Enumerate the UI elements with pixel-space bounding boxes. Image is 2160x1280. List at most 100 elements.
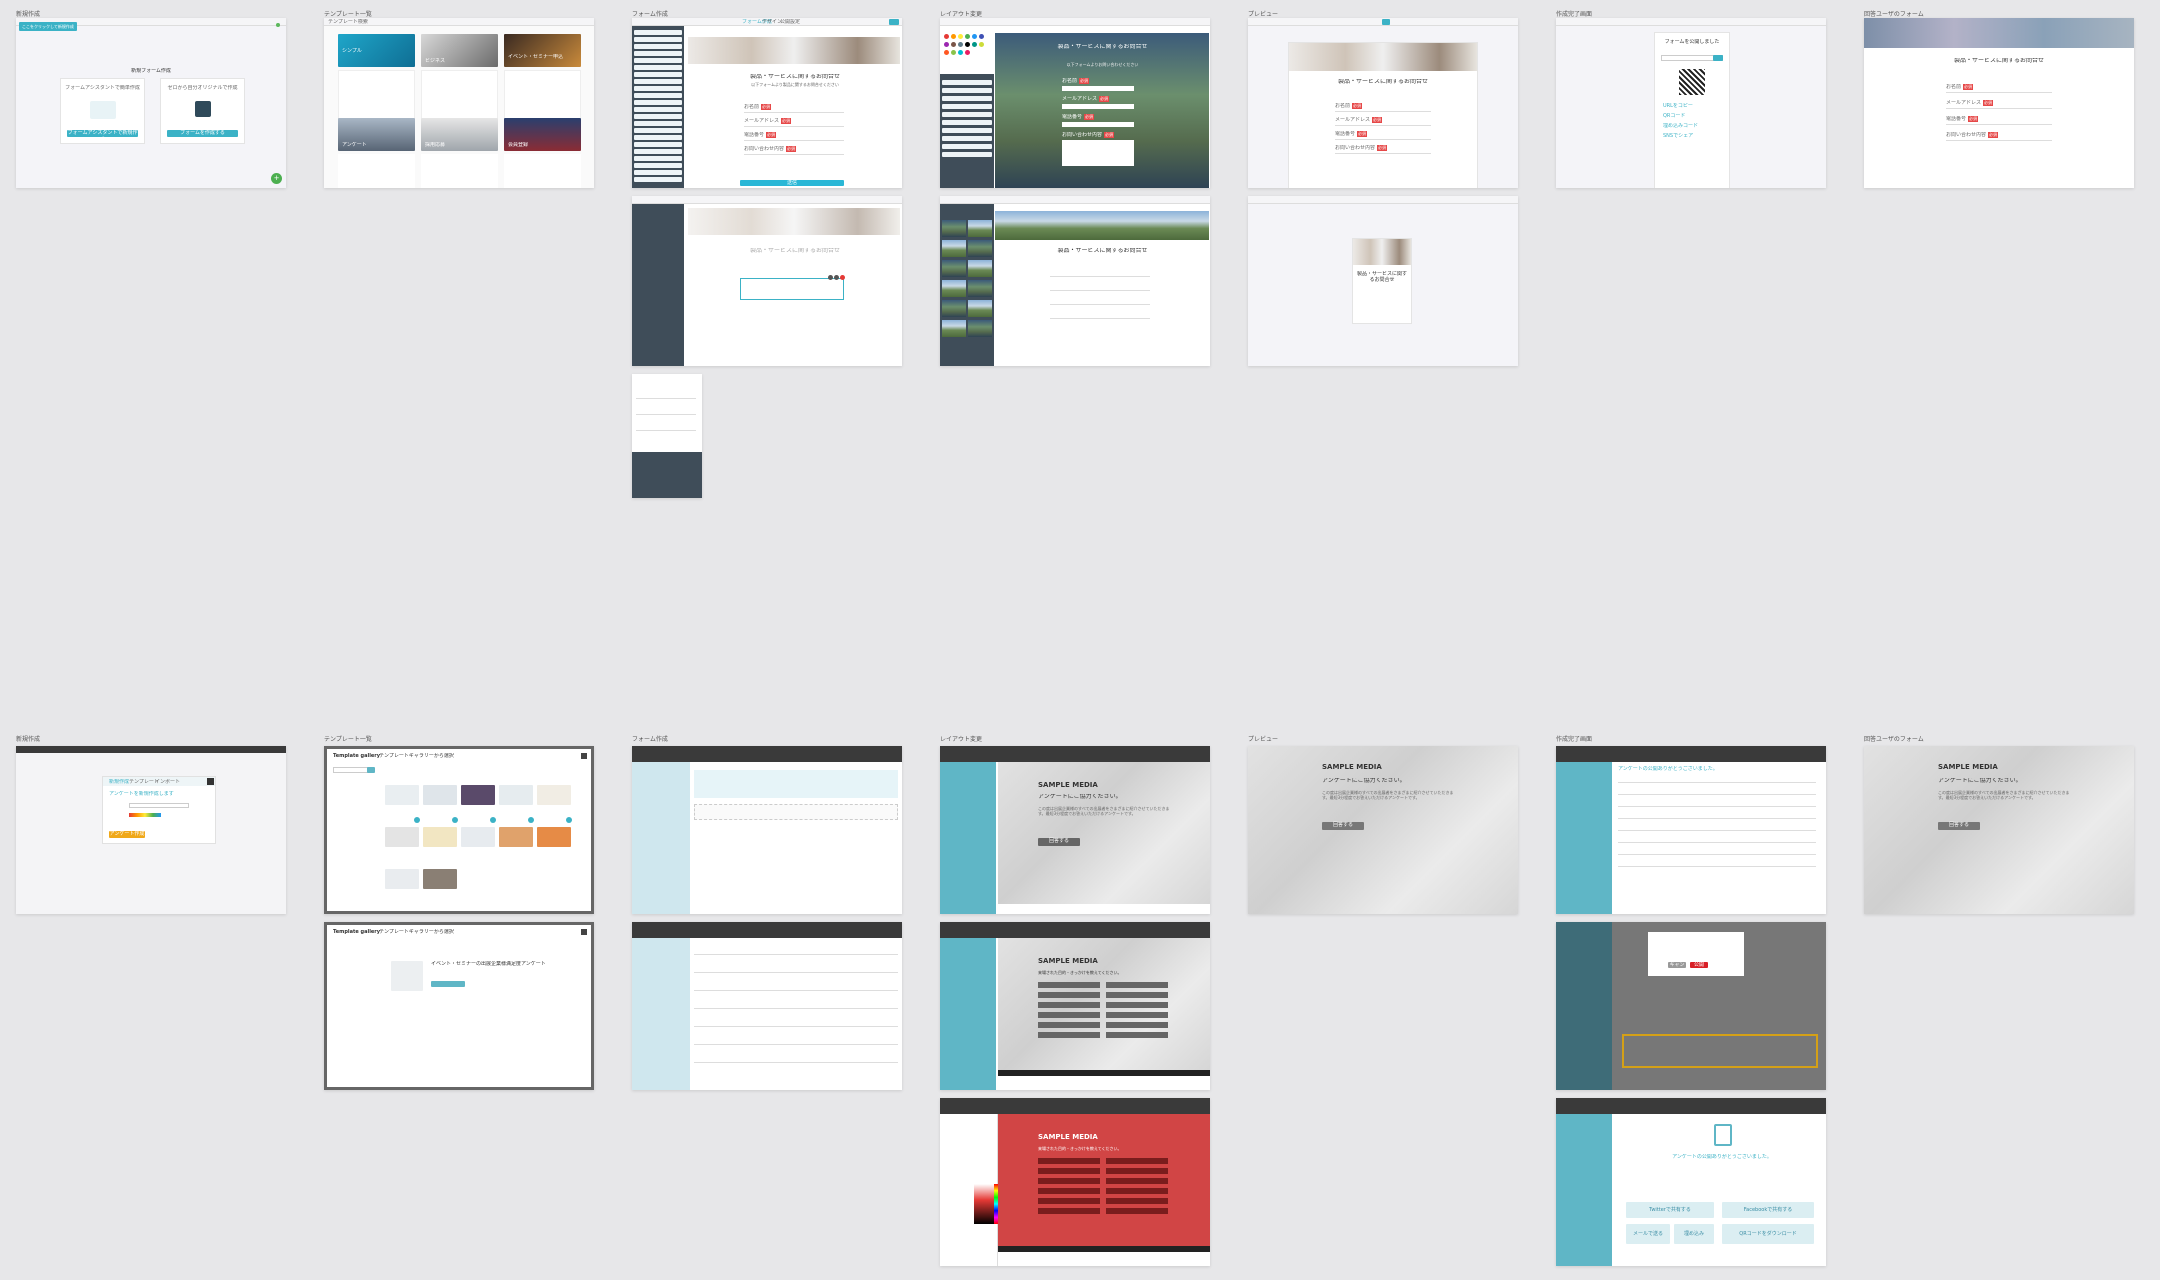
selected-field-box[interactable] (740, 278, 844, 300)
scratch-card[interactable]: ゼロから自分オリジナルで作成 フォームを作成する (160, 78, 245, 144)
share-qr-button[interactable]: QRコードをダウンロード (1722, 1224, 1814, 1244)
modal-cancel-button[interactable]: キャンセル (1668, 962, 1686, 975)
builder-tab-design[interactable]: デザイン (762, 19, 782, 25)
template-thumb-1[interactable]: シンプル (338, 34, 415, 67)
survey-cta-button[interactable]: 回答する (1038, 838, 1080, 846)
field-settings-icon[interactable] (834, 275, 839, 280)
layout-field-phone: 電話番号 必須 (1062, 114, 1095, 120)
column-label-templates-2: テンプレート一覧 (324, 736, 372, 743)
assistant-card-title: フォームアシスタントで簡単作成 (65, 85, 140, 91)
screen-survey-preview: SAMPLE MEDIA アンケートにご協力ください。 この度は出展企業様のすべ… (1248, 746, 1518, 914)
add-fab-button[interactable]: + (271, 173, 282, 184)
red-choices-right[interactable] (1106, 1158, 1168, 1218)
gallery-card-11[interactable] (385, 869, 419, 889)
gallery-card-12[interactable] (423, 869, 457, 889)
preview-headline: アンケートにご協力ください。 (1322, 778, 1406, 784)
complete-link-3[interactable]: 埋め込みコード (1663, 123, 1698, 129)
status-icon (276, 23, 280, 27)
add-question-zone[interactable] (694, 804, 898, 820)
close-icon[interactable] (207, 778, 214, 785)
use-template-button[interactable] (431, 981, 465, 987)
gallery-close-icon[interactable] (581, 753, 587, 759)
gallery-card-1[interactable] (385, 785, 419, 805)
modal-publish-button[interactable]: 公開 (1690, 962, 1708, 968)
preview-field-inquiry: お問い合わせ内容 必須 (1335, 145, 1388, 151)
assistant-create-button[interactable]: フォームアシスタントで新規作成 (67, 130, 138, 143)
column-label-layout-2: レイアウト変更 (940, 736, 983, 743)
field-label-phone: 電話番号 必須 (744, 132, 777, 138)
screen-new-survey: 新規作成 テンプレート インポート アンケートを新規作成します アンケート作成 (16, 746, 286, 914)
gallery-card-5[interactable] (537, 785, 571, 805)
color-picker[interactable] (129, 813, 161, 817)
field-copy-icon[interactable] (828, 275, 833, 280)
column-label-complete-2: 作成完了画面 (1556, 736, 1593, 743)
template-thumb-4[interactable]: アンケート (338, 118, 415, 151)
screen-survey-layout-question: SAMPLE MEDIA 来場された目的・きっかけを教えてください。 (940, 922, 1210, 1090)
template-title-1: シンプル (342, 48, 362, 54)
detail-close-icon[interactable] (581, 929, 587, 935)
template-title-3: イベント・セミナー申込 (508, 54, 564, 60)
respondent-cta-button[interactable]: 回答する (1938, 822, 1980, 830)
template-thumb-5[interactable]: 採用応募 (421, 118, 498, 151)
template-title-5: 採用応募 (425, 142, 446, 148)
survey-name-input[interactable] (129, 803, 189, 808)
gallery-search-button[interactable] (367, 767, 375, 773)
copy-url-button[interactable] (1713, 55, 1723, 61)
gallery-card-4[interactable] (499, 785, 533, 805)
scratch-create-button[interactable]: フォームを作成する (167, 130, 238, 137)
question-block[interactable] (694, 770, 898, 798)
submit-button[interactable]: 送信 (740, 180, 844, 186)
preview-cta-button[interactable]: 回答する (1322, 822, 1364, 830)
detail-logo: Template gallery (333, 929, 381, 935)
field-delete-icon[interactable] (840, 275, 845, 280)
builder-tab-publish[interactable]: 公開設定 (780, 19, 800, 25)
share-embed-button[interactable]: 埋め込み (1674, 1224, 1714, 1244)
color-gradient-picker[interactable] (974, 1184, 994, 1224)
respondent-title: 製品・サービスに関するお問合せ (1953, 58, 2044, 64)
screen-template-gallery: Template gallery テンプレートギャラリーから選択 (324, 746, 594, 914)
screen-publish-modal: キャンセル 公開 (1556, 922, 1826, 1090)
gallery-card-7[interactable] (423, 827, 457, 847)
new-tab-create[interactable]: 新規作成 (109, 779, 129, 785)
screen-complete: フォームを公開しました URLをコピー QRコード 埋め込みコード SNSでシェ… (1556, 18, 1826, 188)
share-facebook-button[interactable]: Facebookで共有する (1722, 1202, 1814, 1218)
publish-warning-box (1622, 1034, 1818, 1068)
builder-save-button[interactable] (889, 19, 899, 25)
red-choices-left[interactable] (1038, 1158, 1100, 1218)
template-thumb-6[interactable]: 会員登録 (504, 118, 581, 151)
choices-left[interactable] (1038, 982, 1100, 1042)
respondent-body: この度は出展企業様のすべての出展者をさまざまに紹介させていただきます。最短3分程… (1938, 790, 2070, 800)
gallery-card-3[interactable] (461, 785, 495, 805)
create-new-badge[interactable]: ここをクリックして新規作成 (19, 22, 77, 31)
gallery-card-6[interactable] (385, 827, 419, 847)
gallery-card-2[interactable] (423, 785, 457, 805)
preview-device-toggle[interactable] (1382, 19, 1390, 25)
share-mail-button[interactable]: メールで送る (1626, 1224, 1670, 1244)
layout-field-inquiry: お問い合わせ内容 必須 (1062, 132, 1115, 138)
screen-survey-complete: アンケートの公開ありがとうございました。 (1556, 746, 1826, 914)
new-survey-heading: アンケートを新規作成します (109, 791, 174, 797)
create-survey-button[interactable]: アンケート作成 (109, 831, 145, 838)
assistant-illustration-icon (89, 101, 116, 119)
share-twitter-button[interactable]: Twitterで共有する (1626, 1202, 1714, 1218)
screen-respondent: 製品・サービスに関するお問合せ お名前 必須 メールアドレス 必須 電話番号 必須 お… (1864, 18, 2134, 188)
template-thumb-2[interactable]: ビジネス (421, 34, 498, 67)
complete-link-1[interactable]: URLをコピー (1663, 103, 1693, 109)
template-thumb-3[interactable]: イベント・セミナー申込 (504, 34, 581, 67)
template-search[interactable]: テンプレート検索 (328, 19, 368, 25)
survey-body: この度は出展企業様のすべての出展者をさまざまに紹介させていただきます。最短3分程… (1038, 806, 1170, 816)
gallery-card-8[interactable] (461, 827, 495, 847)
new-tab-import[interactable]: インポート (155, 779, 180, 785)
complete-link-2[interactable]: QRコード (1663, 113, 1685, 119)
gallery-card-10[interactable] (537, 827, 571, 847)
layout-sidebar (940, 26, 994, 188)
preview-form-card: 製品・サービスに関するお問合せ お名前 必須 メールアドレス 必須 電話番号 必須 お… (1288, 42, 1478, 188)
gallery-card-9[interactable] (499, 827, 533, 847)
complete-link-4[interactable]: SNSでシェア (1663, 133, 1693, 139)
choices-right[interactable] (1106, 982, 1168, 1042)
complete-heading: フォームを公開しました (1664, 39, 1720, 45)
question-brand: SAMPLE MEDIA (1038, 958, 1098, 964)
screen-templates: テンプレート検索 シンプル ビジネス イベント・セミナー申込 アンケート 採用応… (324, 18, 594, 188)
assistant-card[interactable]: フォームアシスタントで簡単作成 フォームアシスタントで新規作成 (60, 78, 145, 144)
screen-layout-image: 製品・サービスに関するお問合せ (940, 196, 1210, 366)
